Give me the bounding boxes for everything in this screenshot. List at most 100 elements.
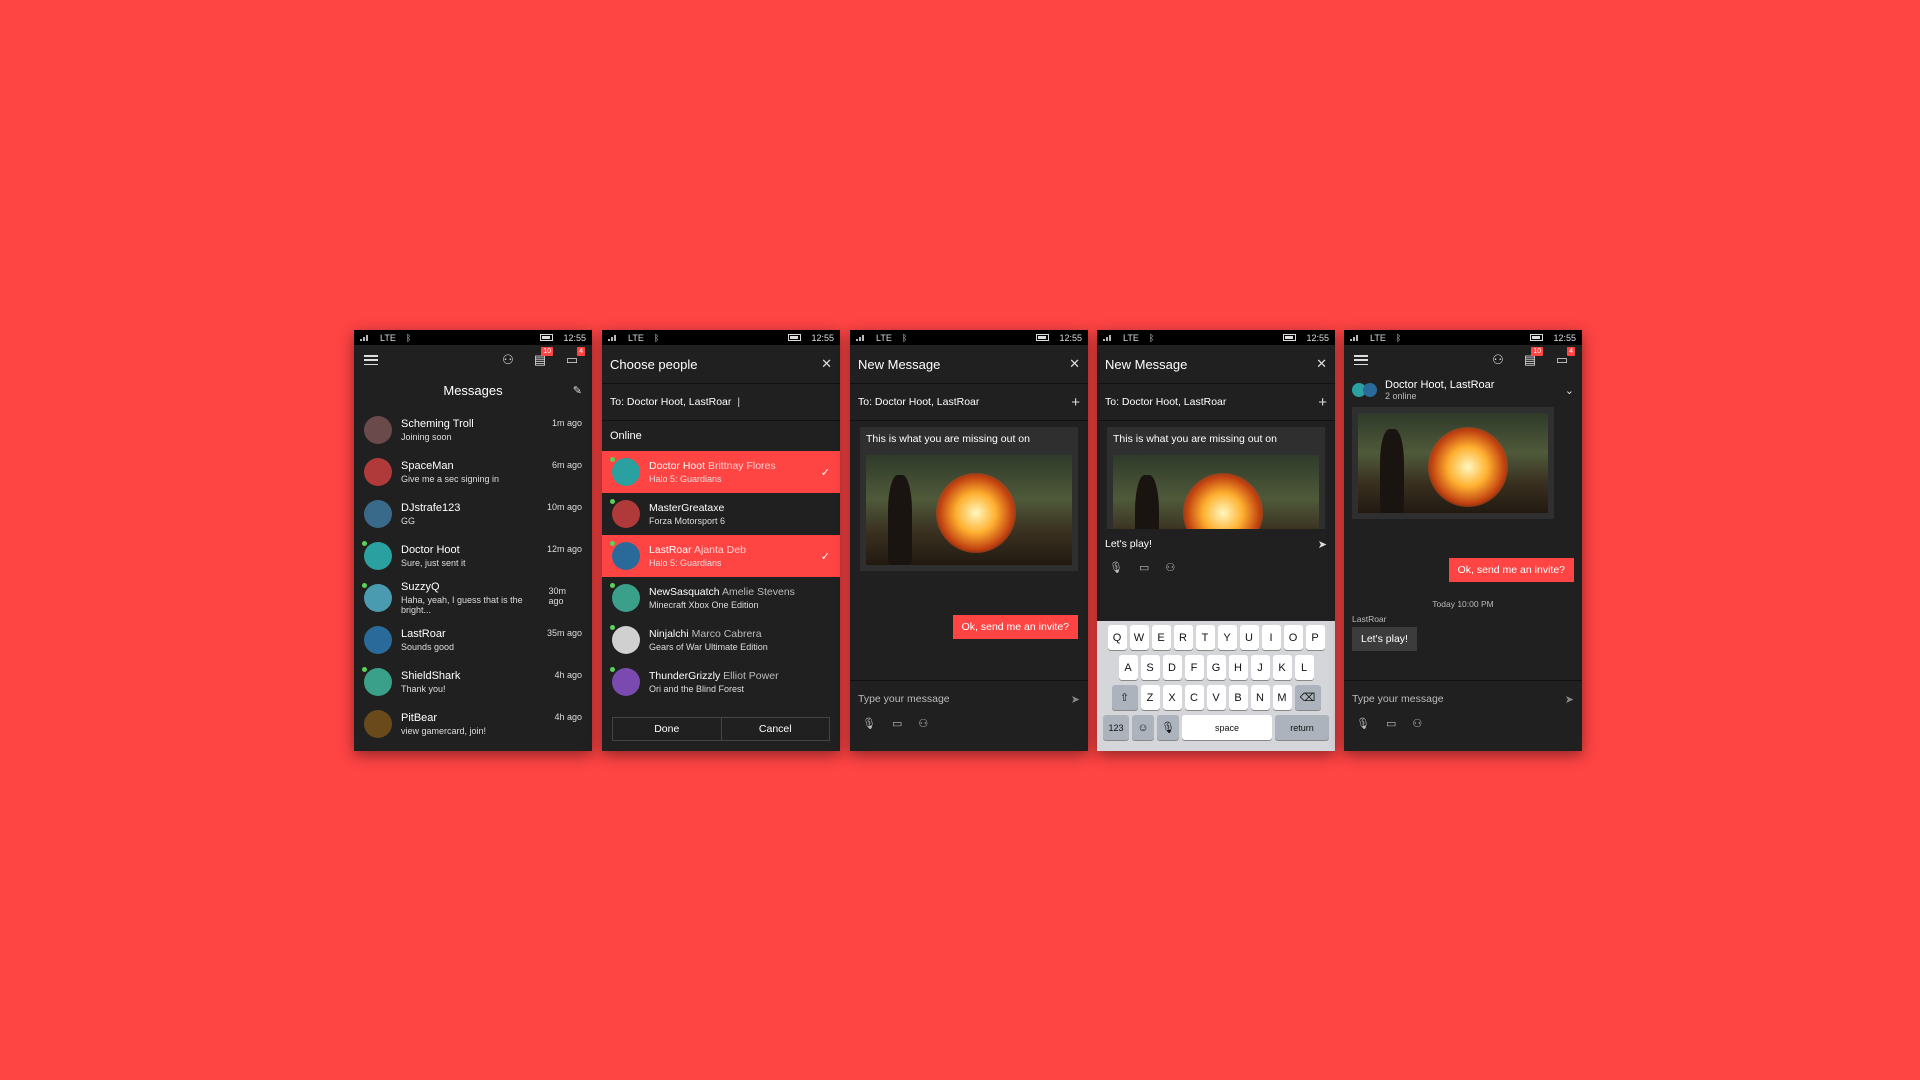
chat-icon[interactable]: ▤ 10 [1520,347,1543,369]
key-f[interactable]: F [1184,655,1204,680]
backspace-key[interactable]: ⌫ [1294,685,1321,710]
compose-icon[interactable]: ✎ [573,384,582,397]
key-d[interactable]: D [1162,655,1182,680]
battery-icon [788,334,802,341]
game-screenshot [866,455,1072,565]
message-draft: Let's play! [1105,538,1152,550]
microphone-icon[interactable]: 🎙︎ [1109,561,1123,574]
conversation-item[interactable]: DJstrafe123 GG 10m ago [354,493,592,535]
shared-clip-card[interactable] [1352,407,1554,519]
key-c[interactable]: C [1184,685,1204,710]
message-input[interactable]: Type your message ➤ [1344,681,1582,717]
person-item[interactable]: ThunderGrizzly Elliot Power Ori and the B… [602,661,840,703]
emoji-key[interactable]: ☺ [1132,715,1154,740]
conversation-item[interactable]: PitBear view gamercard, join! 4h ago [354,703,592,745]
chevron-down-icon[interactable]: ⌄ [1565,384,1574,397]
conversation-item[interactable]: ShieldShark Thank you! 4h ago [354,661,592,703]
check-icon: ✓ [820,550,830,563]
key-m[interactable]: M [1272,685,1292,710]
send-icon[interactable]: ➤ [1565,693,1574,706]
chat-icon[interactable]: ▤ 10 [530,347,553,369]
recipients-field[interactable]: To: Doctor Hoot, LastRoar + [1097,383,1335,421]
add-recipient-icon[interactable]: + [1071,394,1080,411]
conversation-item[interactable]: Doctor Hoot Sure, just sent it 12m ago [354,535,592,577]
dictation-key[interactable]: 🎙︎ [1157,715,1179,740]
status-bar: LTE ᛒ 12:55 [602,330,840,345]
notifications-icon[interactable]: ▭ 4 [1552,347,1575,369]
key-b[interactable]: B [1228,685,1248,710]
shift-key[interactable]: ⇧ [1111,685,1138,710]
space-key[interactable]: space [1182,715,1272,740]
microphone-icon[interactable]: 🎙︎ [862,717,876,730]
media-icon[interactable]: ▭ [1139,561,1149,574]
clock: 12:55 [811,332,834,343]
media-icon[interactable]: ▭ [892,717,902,730]
key-n[interactable]: N [1250,685,1270,710]
key-r[interactable]: R [1173,625,1193,650]
key-a[interactable]: A [1118,655,1138,680]
key-v[interactable]: V [1206,685,1226,710]
people-icon[interactable]: ⚇ [1165,561,1175,574]
conversation-item[interactable]: Scheming Troll Joining soon 1m ago [354,409,592,451]
conversation-item[interactable]: SuzzyQ Haha, yeah, I guess that is the br… [354,577,592,619]
key-z[interactable]: Z [1140,685,1160,710]
key-i[interactable]: I [1261,625,1281,650]
conversation-preview: Thank you! [401,684,446,694]
key-y[interactable]: Y [1217,625,1237,650]
media-icon[interactable]: ▭ [1386,717,1396,730]
key-q[interactable]: Q [1107,625,1127,650]
add-recipient-icon[interactable]: + [1318,394,1327,411]
key-t[interactable]: T [1195,625,1215,650]
person-item[interactable]: Ninjalchi Marco Cabrera Gears of War Ulti… [602,619,840,661]
send-icon[interactable]: ➤ [1318,538,1327,551]
numbers-key[interactable]: 123 [1103,715,1129,740]
key-j[interactable]: J [1250,655,1270,680]
hamburger-menu-icon[interactable] [364,355,378,365]
people-icon[interactable]: ⚇ [1412,717,1422,730]
key-w[interactable]: W [1129,625,1149,650]
key-g[interactable]: G [1206,655,1226,680]
notifications-icon[interactable]: ▭ 4 [562,347,585,369]
recipients-field[interactable]: To: Doctor Hoot, LastRoar | [602,383,840,421]
person-item[interactable]: NewSasquatch Amelie Stevens Minecraft Xbo… [602,577,840,619]
done-button[interactable]: Done [613,718,722,740]
battery-icon [540,334,554,341]
key-l[interactable]: L [1294,655,1314,680]
microphone-icon[interactable]: 🎙︎ [1356,717,1370,730]
conversation-item[interactable]: SpaceMan Give me a sec signing in 6m ago [354,451,592,493]
key-k[interactable]: K [1272,655,1292,680]
key-s[interactable]: S [1140,655,1160,680]
recipients-field[interactable]: To: Doctor Hoot, LastRoar + [850,383,1088,421]
close-icon[interactable]: ✕ [1316,356,1327,372]
conversation-header[interactable]: Doctor Hoot, LastRoar 2 online ⌄ [1344,375,1582,405]
conversation-name: Doctor Hoot [401,544,460,556]
key-p[interactable]: P [1305,625,1325,650]
message-input[interactable]: Let's play! ➤ [1097,529,1335,559]
cancel-button[interactable]: Cancel [722,718,830,740]
shared-clip-card[interactable]: This is what you are missing out on [860,427,1078,571]
key-h[interactable]: H [1228,655,1248,680]
key-o[interactable]: O [1283,625,1303,650]
real-name: Ajanta Deb [693,544,746,556]
battery-icon [1530,334,1544,341]
person-item[interactable]: Doctor Hoot Brittnay Flores Halo 5: Guard… [602,451,840,493]
key-e[interactable]: E [1151,625,1171,650]
message-input[interactable]: Type your message ➤ [850,681,1088,717]
friends-icon[interactable]: ⚇ [498,351,518,369]
people-icon[interactable]: ⚇ [918,717,928,730]
person-item[interactable]: MasterGreataxe Forza Motorsport 6 [602,493,840,535]
close-icon[interactable]: ✕ [1069,356,1080,372]
key-u[interactable]: U [1239,625,1259,650]
send-icon[interactable]: ➤ [1071,693,1080,706]
status-bar: LTE ᛒ 12:55 [1097,330,1335,345]
person-item[interactable]: LastRoar Ajanta Deb Halo 5: Guardians ✓ [602,535,840,577]
close-icon[interactable]: ✕ [821,356,832,372]
friends-icon[interactable]: ⚇ [1488,351,1508,369]
shared-clip-card[interactable]: This is what you are missing out on [1107,427,1325,529]
gamertag: ThunderGrizzly [649,670,721,682]
avatar [610,541,640,570]
key-x[interactable]: X [1162,685,1182,710]
hamburger-menu-icon[interactable] [1354,355,1368,365]
return-key[interactable]: return [1275,715,1329,740]
conversation-item[interactable]: LastRoar Sounds good 35m ago [354,619,592,661]
